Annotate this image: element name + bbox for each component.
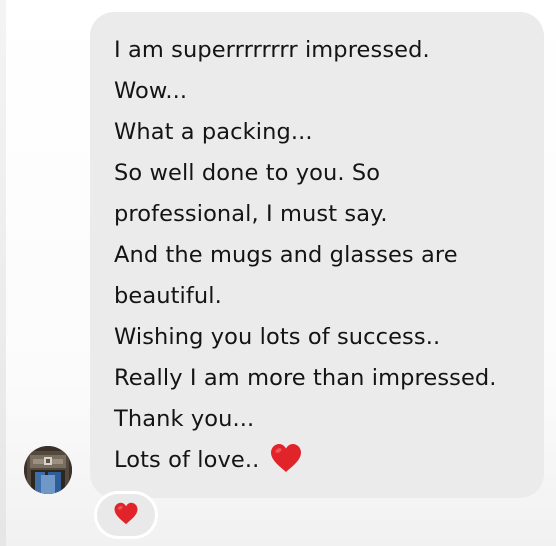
message-line-2: Wow...	[114, 78, 188, 104]
heart-icon	[269, 443, 303, 487]
message-line-8: Wishing you lots of success..	[114, 324, 441, 350]
avatar-photo-icon	[24, 446, 72, 494]
heart-icon	[113, 502, 139, 529]
message-line-4: So well done to you. So	[114, 160, 381, 186]
sender-avatar[interactable]	[24, 446, 72, 494]
message-line-3: What a packing...	[114, 119, 313, 145]
message-bubble[interactable]: I am superrrrrrrr impressed. Wow... What…	[90, 12, 544, 498]
message-line-11-text: Lots of love..	[114, 447, 260, 473]
reaction-badge[interactable]	[97, 494, 155, 536]
message-line-1: I am superrrrrrrr impressed.	[114, 37, 430, 63]
message-line-7: beautiful.	[114, 283, 222, 309]
message-line-5: professional, I must say.	[114, 201, 388, 227]
message-line-11: Lots of love..	[114, 440, 526, 481]
message-line-9: Really I am more than impressed.	[114, 365, 497, 391]
message-line-6: And the mugs and glasses are	[114, 242, 458, 268]
screen-edge	[0, 0, 6, 546]
message-line-10: Thank you...	[114, 406, 255, 432]
